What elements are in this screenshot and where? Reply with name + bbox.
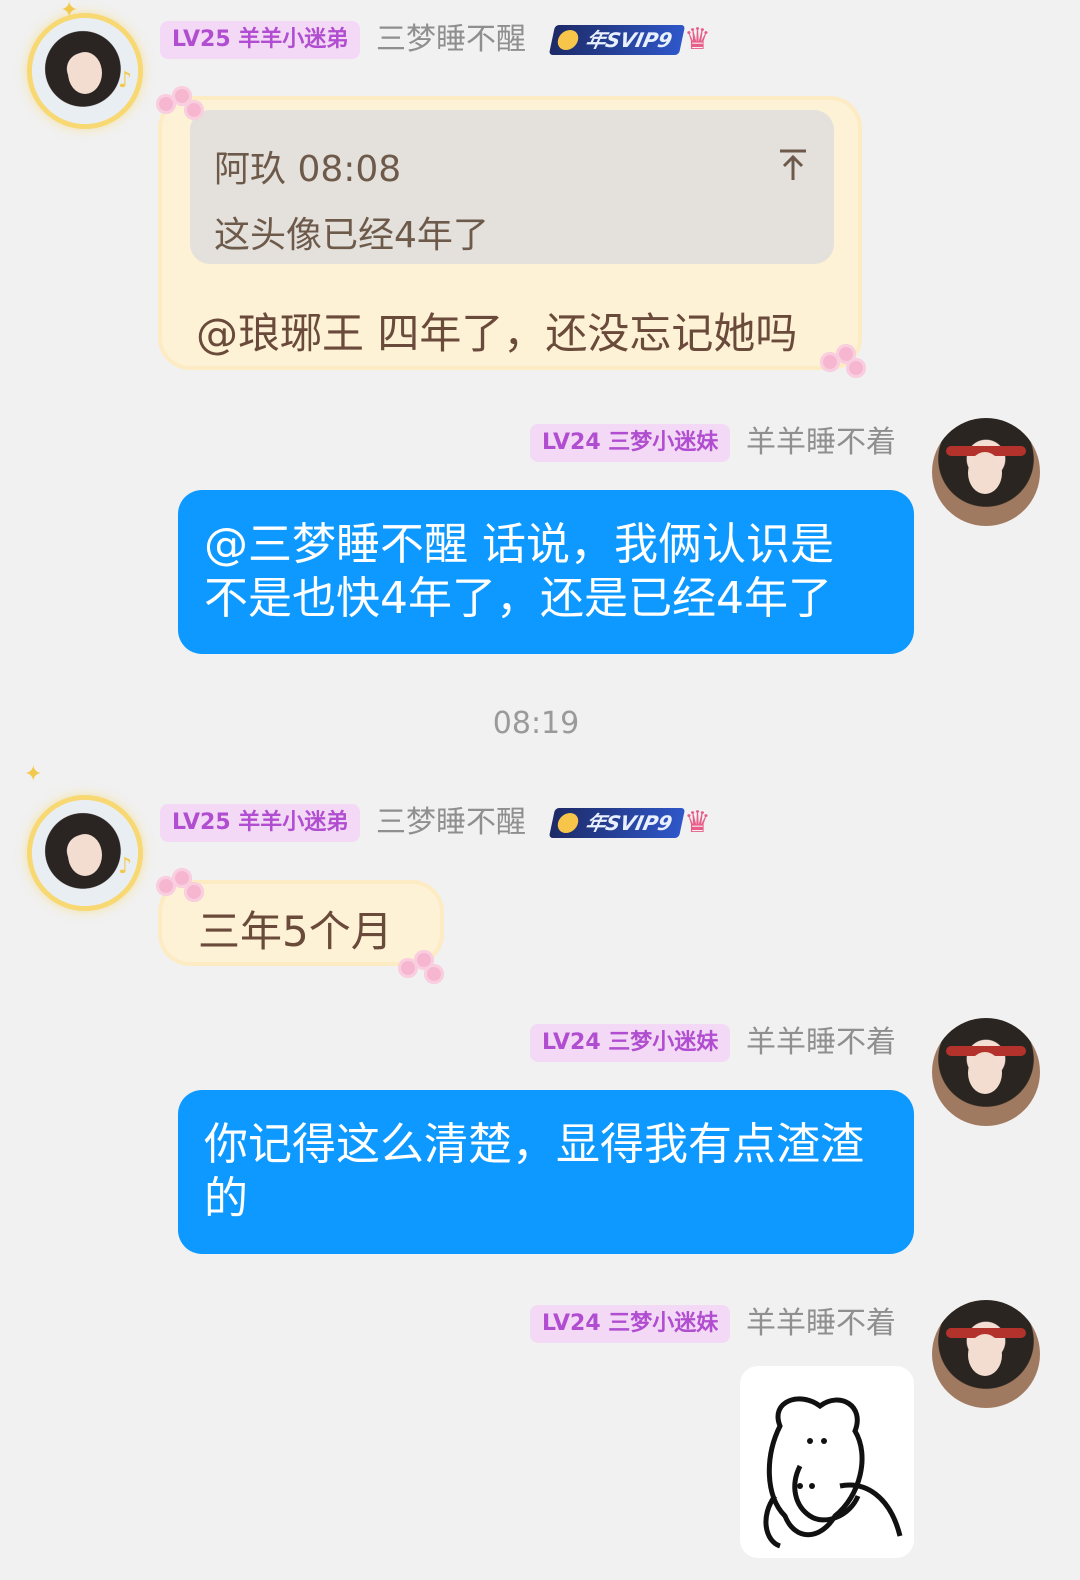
- level-badge: LV24 三梦小迷妹: [530, 1024, 731, 1062]
- jump-to-top-icon[interactable]: [778, 148, 808, 182]
- crown-icon: ♛: [684, 805, 711, 840]
- flower-decoration-icon: [150, 866, 206, 906]
- message-text-line: 的: [204, 1173, 248, 1224]
- sender-nickname[interactable]: 羊羊睡不着: [746, 1024, 896, 1062]
- flower-decoration-icon: [816, 340, 872, 380]
- sender-nickname[interactable]: 羊羊睡不着: [746, 424, 896, 462]
- time-divider: 08:19: [492, 706, 580, 741]
- flower-decoration-icon: [394, 946, 450, 986]
- avatar-face: [968, 452, 1002, 494]
- message-text-line: 不是也快4年了，还是已经4年了: [204, 573, 832, 624]
- quoted-message[interactable]: 阿玖 08:08 这头像已经4年了: [190, 110, 834, 264]
- avatar-face: [968, 1334, 1002, 1376]
- avatar[interactable]: [932, 1300, 1040, 1408]
- avatar-face: [968, 1052, 1002, 1094]
- quoted-text: 这头像已经4年了: [214, 215, 489, 256]
- sender-nickname[interactable]: 三梦睡不醒: [376, 804, 526, 842]
- message-bubble[interactable]: 阿玖 08:08 这头像已经4年了 @琅琊王 四年了，还没忘记她吗: [162, 100, 858, 366]
- message-text: @琅琊王 四年了，还没忘记她吗: [196, 309, 798, 358]
- sender-nickname[interactable]: 羊羊睡不着: [746, 1305, 896, 1343]
- level-badge: LV25 羊羊小迷弟: [160, 804, 361, 842]
- level-badge: LV25 羊羊小迷弟: [160, 21, 361, 59]
- sticker-message[interactable]: [740, 1366, 914, 1558]
- avatar[interactable]: [32, 800, 138, 906]
- hugging-bear-sticker-icon: [763, 1396, 903, 1549]
- level-badge: LV24 三梦小迷妹: [530, 424, 731, 462]
- sender-nickname[interactable]: 三梦睡不醒: [376, 21, 526, 59]
- level-badge: LV24 三梦小迷妹: [530, 1305, 731, 1343]
- music-note-icon: ♪: [118, 68, 133, 93]
- quoted-author-time: 阿玖 08:08: [214, 149, 402, 190]
- flower-decoration-icon: [150, 84, 206, 124]
- avatar[interactable]: [932, 418, 1040, 526]
- avatar[interactable]: [932, 1018, 1040, 1126]
- message-bubble[interactable]: @三梦睡不醒 话说，我俩认识是 不是也快4年了，还是已经4年了: [178, 490, 914, 654]
- message-text-line: @三梦睡不醒 话说，我俩认识是: [204, 519, 834, 570]
- sparkle-icon: ✦: [24, 762, 43, 787]
- message-bubble[interactable]: 你记得这么清楚，显得我有点渣渣 的: [178, 1090, 914, 1254]
- sparkle-icon: ✦: [60, 0, 79, 23]
- music-note-icon: ♪: [118, 854, 133, 879]
- avatar-face: [68, 834, 102, 876]
- message-text-line: 你记得这么清楚，显得我有点渣渣: [204, 1119, 864, 1170]
- vip-badge: 年SVIP9: [548, 25, 686, 55]
- crown-icon: ♛: [684, 22, 711, 57]
- vip-badge: 年SVIP9: [548, 808, 686, 838]
- message-text: 三年5个月: [198, 907, 393, 956]
- avatar-face: [68, 52, 102, 94]
